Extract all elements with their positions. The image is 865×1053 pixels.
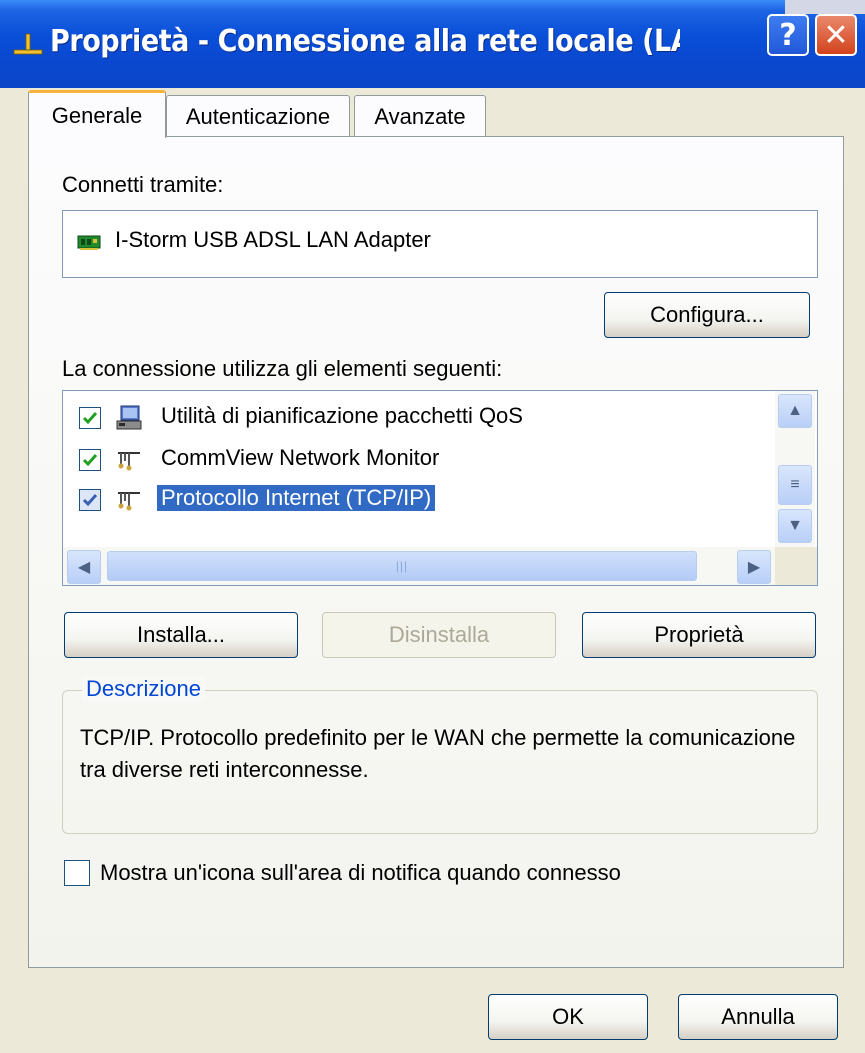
description-text: TCP/IP. Protocollo predefinito per le WA… <box>80 725 796 782</box>
item-label: Protocollo Internet (TCP/IP) <box>157 485 436 511</box>
list-item[interactable]: Utilità di pianificazione pacchetti QoS <box>63 401 763 435</box>
network-protocol-icon <box>118 492 140 511</box>
notify-checkbox[interactable] <box>64 860 90 886</box>
configure-button[interactable]: Configura... <box>604 292 810 338</box>
network-protocol-icon <box>118 452 140 471</box>
item-checkbox[interactable] <box>79 489 101 511</box>
help-button[interactable]: ? <box>767 14 809 56</box>
adapter-name: I-Storm USB ADSL LAN Adapter <box>115 227 431 252</box>
connect-via-label: Connetti tramite: <box>62 172 224 197</box>
components-list[interactable]: Utilità di pianificazione pacchetti QoS … <box>62 390 818 586</box>
items-label: La connessione utilizza gli elementi seg… <box>62 356 503 381</box>
window-title: Proprietà - Connessione alla rete locale… <box>50 24 680 59</box>
scroll-left-icon[interactable]: ◀ <box>67 550 101 584</box>
checkmark-icon <box>82 494 98 507</box>
uninstall-button[interactable]: Disinstalla <box>322 612 556 658</box>
scroll-right-icon[interactable]: ▶ <box>737 550 771 584</box>
vertical-scrollbar[interactable]: ▲ ≡ ▼ <box>775 391 815 547</box>
scroll-up-icon[interactable]: ▲ <box>778 394 812 428</box>
scrollbar-corner <box>775 547 817 585</box>
horizontal-scrollbar[interactable]: ◀ ||| ▶ <box>63 547 775 585</box>
notify-label[interactable]: Mostra un'icona sull'area di notifica qu… <box>100 860 621 886</box>
qos-scheduler-icon <box>116 405 142 430</box>
properties-button[interactable]: Proprietà <box>582 612 816 658</box>
cancel-button[interactable]: Annulla <box>678 994 838 1040</box>
list-item[interactable]: CommView Network Monitor <box>63 443 763 477</box>
close-button[interactable]: ✕ <box>815 14 857 56</box>
install-button[interactable]: Installa... <box>64 612 298 658</box>
item-label: CommView Network Monitor <box>161 445 440 470</box>
checkmark-icon <box>82 454 98 467</box>
tab-autenticazione[interactable]: Autenticazione <box>166 95 350 137</box>
description-title: Descrizione <box>82 676 205 702</box>
scroll-thumb-vertical[interactable]: ≡ <box>778 465 812 505</box>
title-bar[interactable]: Proprietà - Connessione alla rete locale… <box>0 0 865 88</box>
ok-button[interactable]: OK <box>488 994 648 1040</box>
scroll-thumb-horizontal[interactable]: ||| <box>107 551 697 581</box>
list-item-selected[interactable]: Protocollo Internet (TCP/IP) <box>63 483 763 517</box>
item-checkbox[interactable] <box>79 449 101 471</box>
network-adapter-icon <box>77 235 101 250</box>
adapter-field: I-Storm USB ADSL LAN Adapter <box>62 210 818 278</box>
title-bar-corner <box>785 0 865 14</box>
item-checkbox[interactable] <box>79 407 101 429</box>
checkmark-icon <box>82 412 98 425</box>
network-connection-icon <box>13 33 43 55</box>
scroll-down-icon[interactable]: ▼ <box>778 509 812 543</box>
tab-avanzate[interactable]: Avanzate <box>354 95 486 137</box>
tab-generale[interactable]: Generale <box>28 90 166 138</box>
item-label: Utilità di pianificazione pacchetti QoS <box>161 403 523 428</box>
